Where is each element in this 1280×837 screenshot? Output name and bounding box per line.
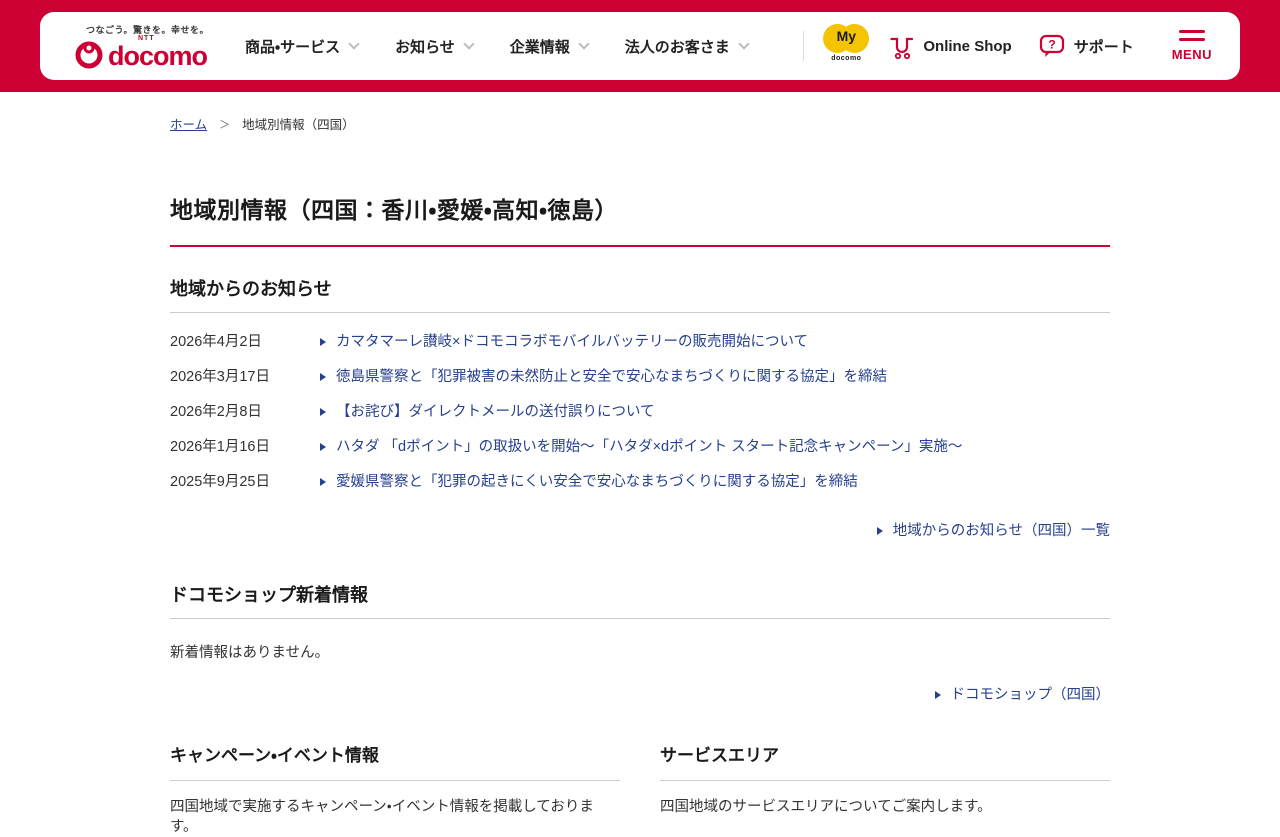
news-date: 2026年3月17日 [170,369,270,385]
news-link[interactable]: カマタマーレ讃岐×ドコモコラボモバイルバッテリーの販売開始について [320,333,808,352]
chevron-down-icon [738,37,750,50]
shop-news-empty-text: 新着情報はありません。 [170,645,330,661]
bottom-columns: キャンペーン・イベント情報 四国地域で実施するキャンペーン・イベント情報を掲載し… [170,741,1110,837]
online-shop-label: Online Shop [923,37,1012,55]
chevron-down-icon [578,37,590,50]
arrow-right-icon [320,338,326,346]
logo-ntt-text: NTT [138,35,155,42]
nav-item-corporate[interactable]: 企業情報 [510,36,590,57]
regional-news-more-row: 地域からのお知らせ（四国）一覧 [170,522,1110,541]
breadcrumb-current: 地域別情報（四国） [242,118,355,132]
header-right: My docomo Online Shop ? サポート MENU [803,24,1212,68]
news-link[interactable]: 愛媛県警察と「犯罪の起きにくい安全で安心なまちづくりに関する協定」を締結 [320,473,858,492]
arrow-right-icon [320,478,326,486]
question-bubble-icon: ? [1038,32,1066,60]
shop-news-heading: ドコモショップ新着情報 [170,581,1110,619]
svg-text:?: ? [1048,38,1055,52]
arrow-right-icon [320,408,326,416]
campaign-body: 四国地域で実施するキャンペーン・イベント情報を掲載しております。 [170,799,594,835]
regional-news-list: 2026年4月2日 カマタマーレ讃岐×ドコモコラボモバイルバッテリーの販売開始に… [170,325,1110,500]
regional-news-heading: 地域からのお知らせ [170,275,1110,313]
news-date: 2025年9月25日 [170,474,270,490]
chevron-down-icon [463,37,475,50]
news-row: 2026年2月8日 【お詫び】ダイレクトメールの送付誤りについて [170,395,1110,430]
page-title: 地域別情報（四国：香川・愛媛・高知・徳島） [170,191,1110,247]
menu-button[interactable]: MENU [1172,30,1212,62]
news-date: 2026年4月2日 [170,334,262,350]
campaign-heading: キャンペーン・イベント情報 [170,741,620,781]
my-docomo-button[interactable]: My docomo [822,24,870,68]
service-area-heading: サービスエリア [660,741,1110,781]
menu-bar-icon [1178,30,1205,33]
cart-icon [888,33,915,60]
nav-item-news[interactable]: お知らせ [395,36,475,57]
service-area-column: サービスエリア 四国地域のサービスエリアについてご案内します。 [660,741,1110,837]
news-row: 2026年4月2日 カマタマーレ讃岐×ドコモコラボモバイルバッテリーの販売開始に… [170,325,1110,360]
arrow-right-icon [934,691,941,699]
nav-item-business[interactable]: 法人のお客さま [625,36,750,57]
docomo-mark-icon [75,41,103,69]
breadcrumb-separator: ＞ [219,118,231,131]
arrow-right-icon [320,443,326,451]
header-band: つなごう。驚きを。幸せを。 NTT docomo 商品・サービス お知らせ 企業… [0,0,1280,92]
news-row: 2026年1月16日 ハタダ 「dポイント」の取扱いを開始～「ハタダ×dポイント… [170,430,1110,465]
news-date: 2026年1月16日 [170,439,270,455]
arrow-right-icon [320,373,326,381]
breadcrumb: ホーム ＞ 地域別情報（四国） [170,114,1110,133]
nav-item-products[interactable]: 商品・サービス [245,36,360,57]
news-link[interactable]: ハタダ 「dポイント」の取扱いを開始～「ハタダ×dポイント スタート記念キャンペ… [320,438,962,457]
header-divider [803,31,805,61]
online-shop-button[interactable]: Online Shop [888,33,1012,60]
shop-news-more-row: ドコモショップ（四国） [170,686,1110,705]
main-content: ホーム ＞ 地域別情報（四国） 地域別情報（四国：香川・愛媛・高知・徳島） 地域… [170,114,1110,837]
breadcrumb-home-link[interactable]: ホーム [170,114,207,133]
news-link[interactable]: 徳島県警察と「犯罪被害の未然防止と安全で安心なまちづくりに関する協定」を締結 [320,368,887,387]
arrow-right-icon [876,527,883,535]
chevron-down-icon [348,37,360,50]
service-area-body: 四国地域のサービスエリアについてご案内します。 [660,799,992,815]
header: つなごう。驚きを。幸せを。 NTT docomo 商品・サービス お知らせ 企業… [40,12,1240,80]
news-link[interactable]: 【お詫び】ダイレクトメールの送付誤りについて [320,403,655,422]
main-nav: 商品・サービス お知らせ 企業情報 法人のお客さま [245,36,750,57]
news-row: 2026年3月17日 徳島県警察と「犯罪被害の未然防止と安全で安心なまちづくりに… [170,360,1110,395]
regional-news-more-link[interactable]: 地域からのお知らせ（四国）一覧 [876,522,1110,541]
news-row: 2025年9月25日 愛媛県警察と「犯罪の起きにくい安全で安心なまちづくりに関す… [170,465,1110,500]
support-label: サポート [1073,38,1134,56]
news-date: 2026年2月8日 [170,404,262,420]
shop-news-more-link[interactable]: ドコモショップ（四国） [934,686,1110,705]
campaign-column: キャンペーン・イベント情報 四国地域で実施するキャンペーン・イベント情報を掲載し… [170,741,620,837]
docomo-logo[interactable]: つなごう。驚きを。幸せを。 NTT docomo [74,23,209,71]
menu-bar-icon [1178,38,1205,41]
logo-text: docomo [108,41,208,71]
support-button[interactable]: ? サポート [1038,32,1134,60]
